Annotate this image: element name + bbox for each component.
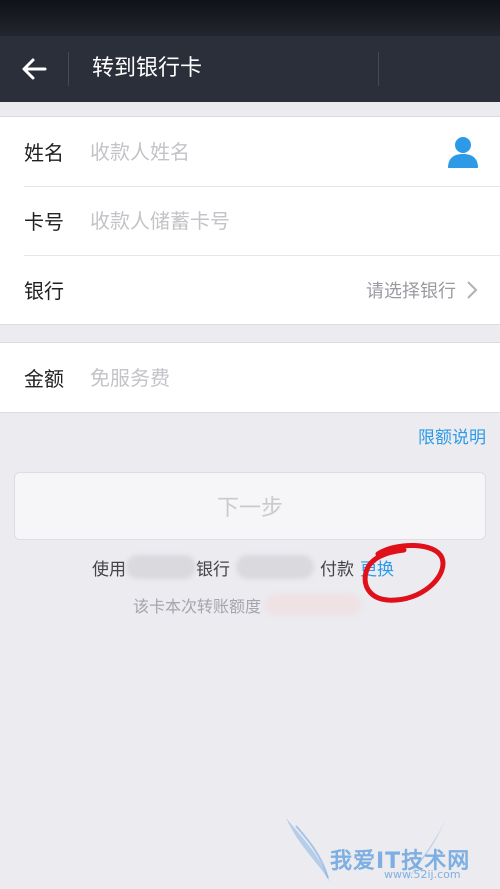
nav-divider [378, 52, 379, 86]
payment-bank-word: 银行 [196, 559, 230, 580]
amount-form: 金额 [0, 342, 500, 413]
amount-input[interactable] [90, 365, 390, 390]
red-annotation-circle [362, 542, 446, 603]
contact-icon[interactable] [446, 135, 480, 169]
status-bar [0, 0, 500, 36]
quota-line: 该卡本次转账额度 [133, 594, 362, 616]
limit-info-link[interactable]: 限额说明 [418, 423, 486, 448]
name-row: 姓名 [0, 117, 500, 186]
bank-select[interactable]: 请选择银行 [366, 277, 478, 303]
page-title: 转到银行卡 [92, 56, 203, 81]
nav-divider [68, 52, 69, 86]
payment-prefix: 使用 [92, 559, 126, 580]
card-label: 卡号 [24, 210, 64, 234]
amount-label: 金额 [24, 367, 64, 391]
watermark-url: www.52ij.com [384, 868, 461, 881]
bank-label: 银行 [24, 279, 64, 303]
bank-row[interactable]: 银行 请选择银行 [0, 255, 500, 324]
next-step-button[interactable]: 下一步 [14, 472, 486, 540]
nav-bar: 转到银行卡 [0, 36, 500, 102]
back-arrow-icon [22, 58, 47, 80]
bank-select-text: 请选择银行 [366, 280, 456, 302]
quota-text: 该卡本次转账额度 [133, 597, 262, 616]
recipient-form: 姓名 卡号 银行 请选择银行 [0, 116, 500, 325]
payment-pay-word: 付款 [320, 559, 354, 580]
amount-row: 金额 [0, 343, 500, 412]
name-label: 姓名 [24, 141, 64, 165]
redacted-quota-amount [265, 594, 362, 616]
payment-method-line: 使用 银行 付款 更换 [92, 555, 394, 580]
redacted-bank-name [126, 555, 196, 579]
name-input[interactable] [90, 139, 390, 164]
chevron-right-icon [467, 280, 478, 299]
card-row: 卡号 [0, 186, 500, 255]
redacted-card-tail [236, 555, 314, 579]
back-button[interactable] [14, 50, 54, 88]
card-number-input[interactable] [90, 208, 390, 233]
